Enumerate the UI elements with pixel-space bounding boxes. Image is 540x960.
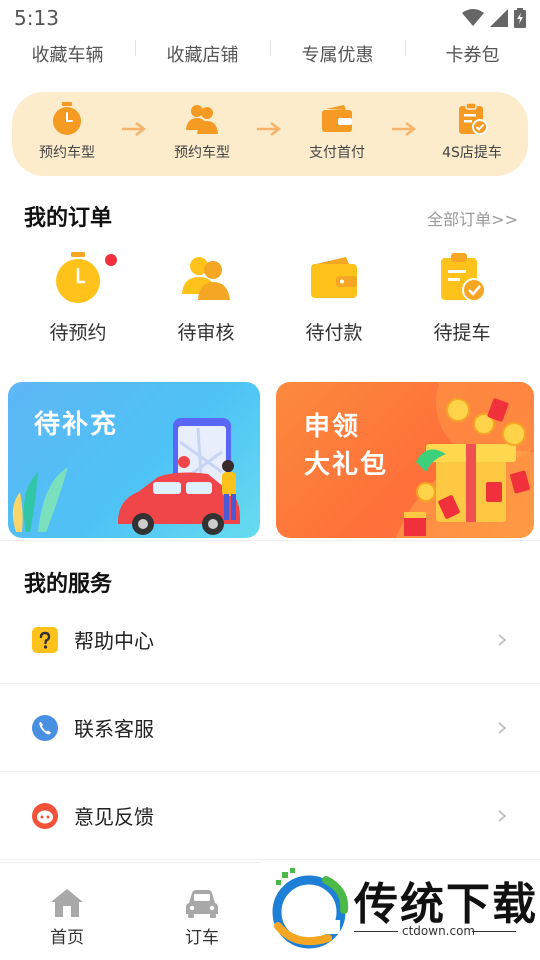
nav-home-label: 首页 [50, 928, 84, 948]
watermark-url: ctdown.com [402, 924, 476, 938]
arrow-right-icon [122, 122, 147, 136]
process-step-label: 支付首付 [309, 145, 365, 161]
tab-exclusive-offers[interactable]: 专属优惠 [270, 38, 405, 74]
service-label: 联系客服 [74, 717, 154, 741]
wifi-icon [462, 9, 484, 26]
services-title: 我的服务 [24, 572, 113, 597]
process-step-1: 预约车型 [12, 102, 122, 162]
service-feedback[interactable]: 意见反馈 [0, 772, 540, 860]
nav-order-car[interactable]: 订车 [157, 887, 247, 948]
banner-to-be-added[interactable]: 待补充 [8, 382, 260, 538]
phone-icon [32, 714, 58, 741]
banner-right-line1: 申领 [304, 412, 361, 442]
top-tabs: 收藏车辆 收藏店铺 专属优惠 卡券包 [0, 38, 540, 74]
banner-right-line2: 大礼包 [304, 450, 389, 480]
section-divider [0, 540, 540, 541]
order-status-label: 待提车 [433, 322, 491, 344]
alarm-clock-icon [56, 252, 100, 303]
notification-dot [105, 254, 117, 266]
chevron-right-icon [498, 721, 507, 734]
order-status-row: 待预约 待审核 待付款 待提车 [0, 252, 540, 345]
order-status-pending-booking[interactable]: 待预约 [23, 252, 133, 345]
tab-favorite-stores[interactable]: 收藏店铺 [135, 38, 270, 74]
purchase-process-card: 预约车型 预约车型 支付首付 4S店提车 [12, 92, 528, 176]
chevron-right-icon [498, 809, 507, 822]
orders-header: 我的订单 全部订单>> [24, 200, 518, 232]
process-step-4: 4S店提车 [417, 102, 527, 162]
feedback-icon [32, 802, 58, 829]
chevron-right-icon [498, 633, 507, 646]
banner-gift-package[interactable]: 申领 大礼包 [276, 382, 534, 538]
watermark-line-right [472, 931, 516, 932]
order-status-label: 待审核 [177, 322, 235, 344]
service-label: 帮助中心 [74, 629, 154, 653]
process-step-label: 预约车型 [39, 145, 95, 161]
alarm-clock-icon [53, 102, 81, 135]
arrow-right-icon [257, 122, 282, 136]
status-icons [462, 8, 526, 28]
clipboard-check-icon [459, 102, 488, 135]
watermark-logo-icon [272, 868, 349, 949]
process-step-2: 预约车型 [147, 102, 257, 162]
nav-home[interactable]: 首页 [22, 887, 112, 948]
clipboard-check-icon [441, 253, 486, 302]
service-contact-support[interactable]: 联系客服 [0, 684, 540, 772]
view-all-orders-link[interactable]: 全部订单>> [427, 206, 518, 230]
tab-coupons[interactable]: 卡券包 [405, 38, 540, 74]
process-step-3: 支付首付 [282, 102, 392, 162]
process-step-label: 预约车型 [174, 145, 230, 161]
order-status-label: 待付款 [305, 322, 363, 344]
status-time: 5:13 [14, 6, 59, 30]
arrow-right-icon [392, 122, 417, 136]
nav-order-car-label: 订车 [185, 928, 219, 948]
banner-illustration-car [12, 418, 240, 535]
status-bar: 5:13 [0, 0, 540, 36]
order-status-pending-pickup[interactable]: 待提车 [407, 252, 517, 345]
order-status-pending-payment[interactable]: 待付款 [279, 252, 389, 345]
wallet-icon [322, 105, 352, 132]
question-icon [32, 626, 58, 653]
service-label: 意见反馈 [74, 805, 154, 829]
wallet-icon [311, 257, 357, 298]
watermark-line-left [354, 931, 398, 932]
tab-favorite-cars[interactable]: 收藏车辆 [0, 38, 135, 74]
process-step-label: 4S店提车 [442, 145, 502, 161]
order-status-pending-review[interactable]: 待审核 [151, 252, 261, 345]
home-icon [51, 889, 83, 917]
service-help-center[interactable]: 帮助中心 [0, 596, 540, 684]
users-icon [182, 257, 230, 300]
orders-title: 我的订单 [24, 206, 113, 231]
users-icon [186, 105, 218, 134]
watermark-text: 传统下载 [354, 879, 538, 930]
car-icon [186, 890, 218, 918]
order-status-label: 待预约 [49, 322, 107, 344]
battery-icon [514, 8, 526, 28]
signal-icon [490, 9, 508, 27]
watermark: 传统下载 ctdown.com [262, 862, 540, 960]
